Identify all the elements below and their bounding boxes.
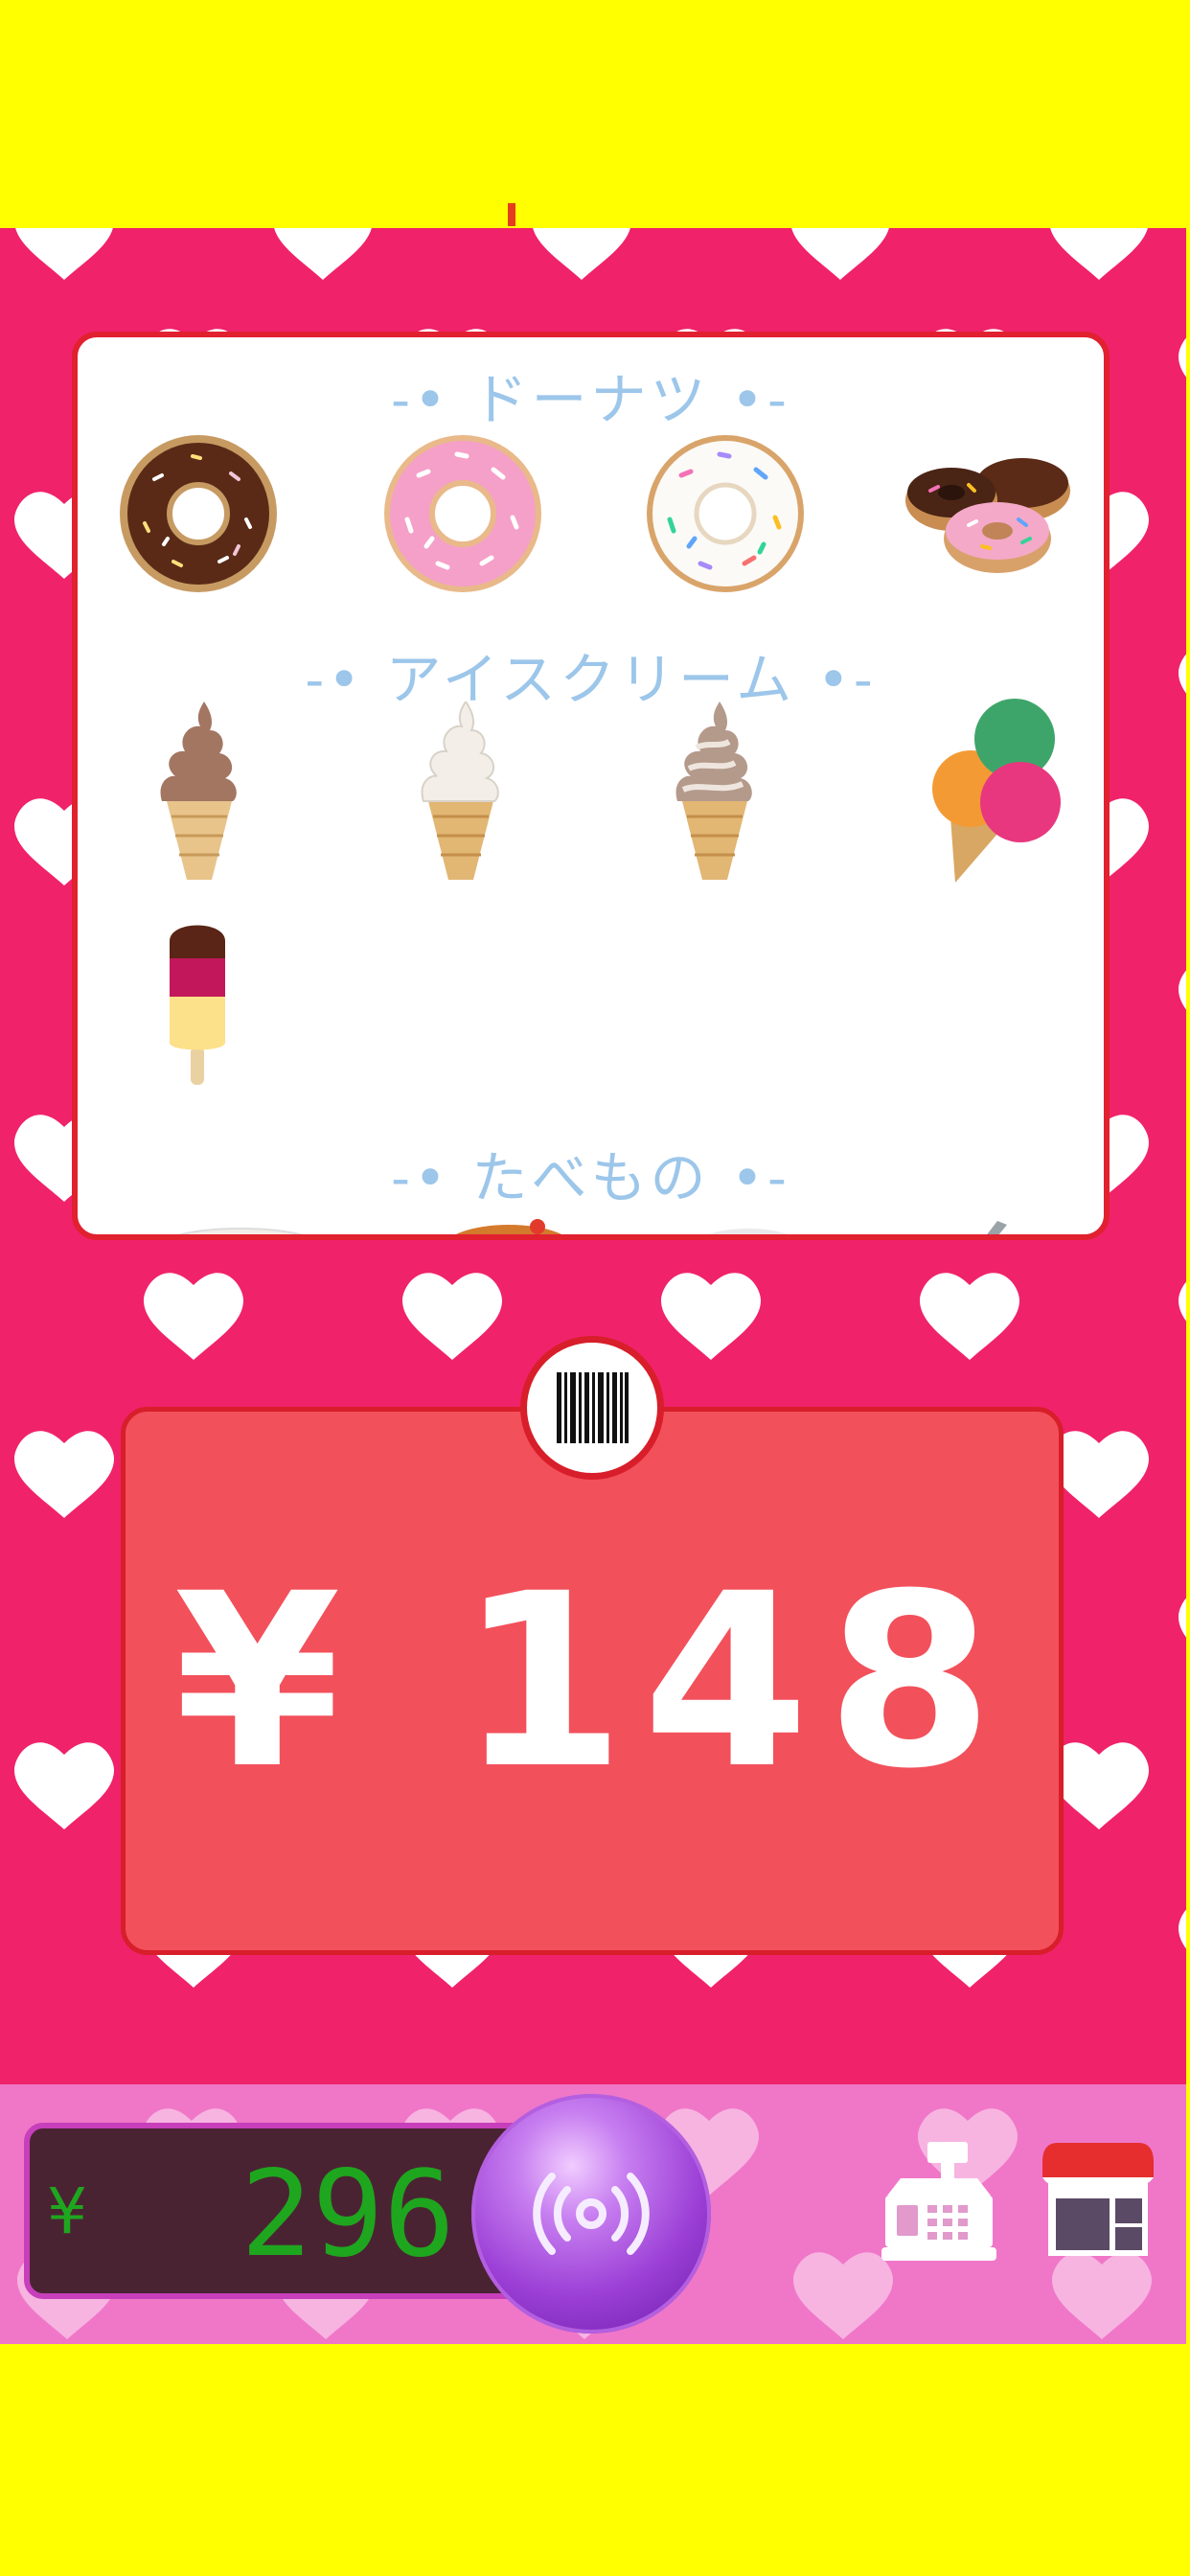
barcode-badge (520, 1336, 664, 1480)
scan-button[interactable] (471, 2094, 711, 2334)
white-sprinkle-donut-item[interactable] (643, 431, 808, 596)
balance-currency-symbol: ¥ (47, 2174, 87, 2248)
pink-sprinkle-donut-item[interactable] (380, 431, 545, 596)
product-catalog[interactable]: -• ドーナツ •- -• アイスクリーム •- -• たべもの •- (72, 332, 1110, 1240)
app-screen: -• ドーナツ •- -• アイスクリーム •- -• たべもの •- ¥ 14… (0, 228, 1186, 2344)
price-text: ¥ 148 (173, 1541, 1011, 1821)
donut-stack-item[interactable] (902, 433, 1074, 596)
price-display-panel: ¥ 148 (121, 1407, 1064, 1955)
swirl-soft-serve-item[interactable] (672, 702, 758, 884)
triple-scoop-cone-item[interactable] (921, 697, 1064, 884)
balance-amount: 296 (240, 2146, 455, 2284)
section-title-food: -• たべもの •- (391, 1145, 790, 1210)
scan-wave-icon (533, 2173, 650, 2255)
popsicle-item[interactable] (164, 912, 231, 1085)
barcode-icon (551, 1367, 633, 1449)
cash-register-icon[interactable] (881, 2138, 996, 2263)
vanilla-soft-serve-item[interactable] (418, 702, 504, 884)
section-title-donuts: -• ドーナツ •- (391, 367, 790, 432)
chocolate-soft-serve-item[interactable] (156, 702, 242, 884)
status-marker (508, 203, 515, 226)
food-items-partial-row[interactable] (116, 1217, 1074, 1240)
balance-display: ¥ 296 (24, 2123, 532, 2299)
shop-icon[interactable] (1042, 2143, 1154, 2260)
chocolate-donut-item[interactable] (116, 431, 281, 596)
